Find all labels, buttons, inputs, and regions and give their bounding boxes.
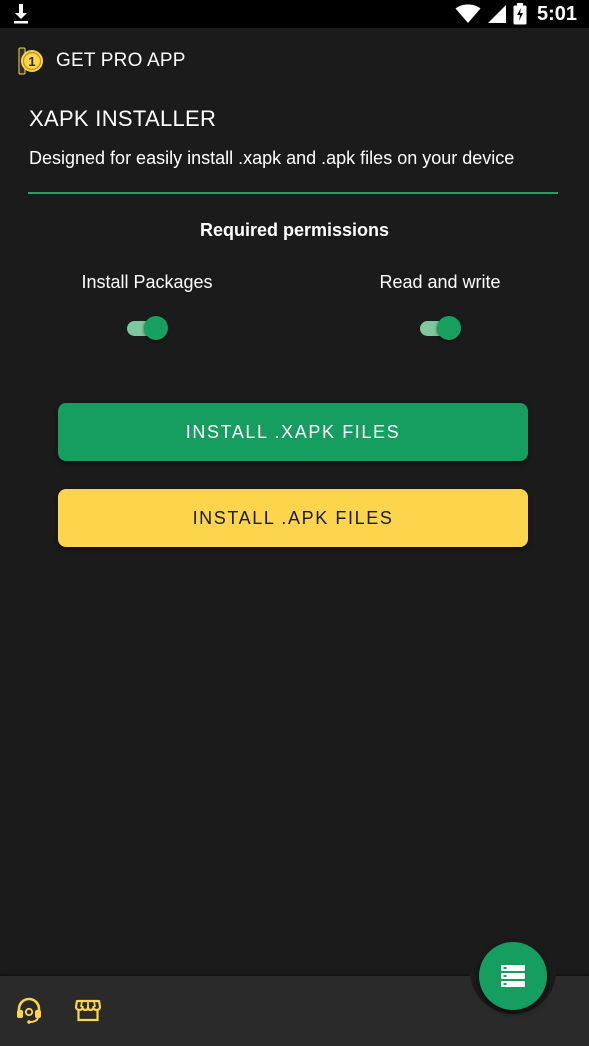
screen: 5:01 1 GET PRO APP XAPK INSTALLER Design… xyxy=(0,0,589,1046)
app-title: XAPK INSTALLER xyxy=(29,106,217,131)
permission-install-packages: Install Packages xyxy=(17,272,277,346)
toggle-thumb xyxy=(437,316,461,340)
divider xyxy=(28,192,558,194)
toggle-thumb xyxy=(144,316,168,340)
install-apk-button[interactable]: INSTALL .APK FILES xyxy=(58,489,528,547)
download-icon xyxy=(14,4,28,24)
svg-text:1: 1 xyxy=(28,54,35,69)
app-subtitle: Designed for easily install .xapk and .a… xyxy=(29,148,515,168)
support-headset-icon[interactable] xyxy=(15,996,43,1024)
wifi-icon xyxy=(455,4,481,23)
pro-coin-icon: 1 xyxy=(18,47,43,75)
permission-read-write: Read and write xyxy=(310,272,570,346)
server-list-fab[interactable] xyxy=(479,942,547,1010)
permission-label: Install Packages xyxy=(81,272,213,292)
status-bar: 5:01 xyxy=(0,0,589,28)
server-list-icon xyxy=(501,965,525,987)
store-icon[interactable] xyxy=(74,996,102,1024)
permission-label: Read and write xyxy=(379,272,501,292)
permissions-heading: Required permissions xyxy=(199,220,390,240)
get-pro-app-label: GET PRO APP xyxy=(56,50,186,71)
app-body: 1 GET PRO APP XAPK INSTALLER Designed fo… xyxy=(0,28,589,1046)
install-packages-toggle[interactable] xyxy=(125,315,169,341)
battery-icon xyxy=(513,3,527,25)
install-xapk-button[interactable]: INSTALL .XAPK FILES xyxy=(58,403,528,461)
get-pro-app-link[interactable]: 1 GET PRO APP xyxy=(18,44,186,78)
status-icons: 5:01 xyxy=(455,2,577,26)
read-write-toggle[interactable] xyxy=(418,315,462,341)
status-time: 5:01 xyxy=(536,2,577,25)
signal-icon xyxy=(487,5,506,23)
